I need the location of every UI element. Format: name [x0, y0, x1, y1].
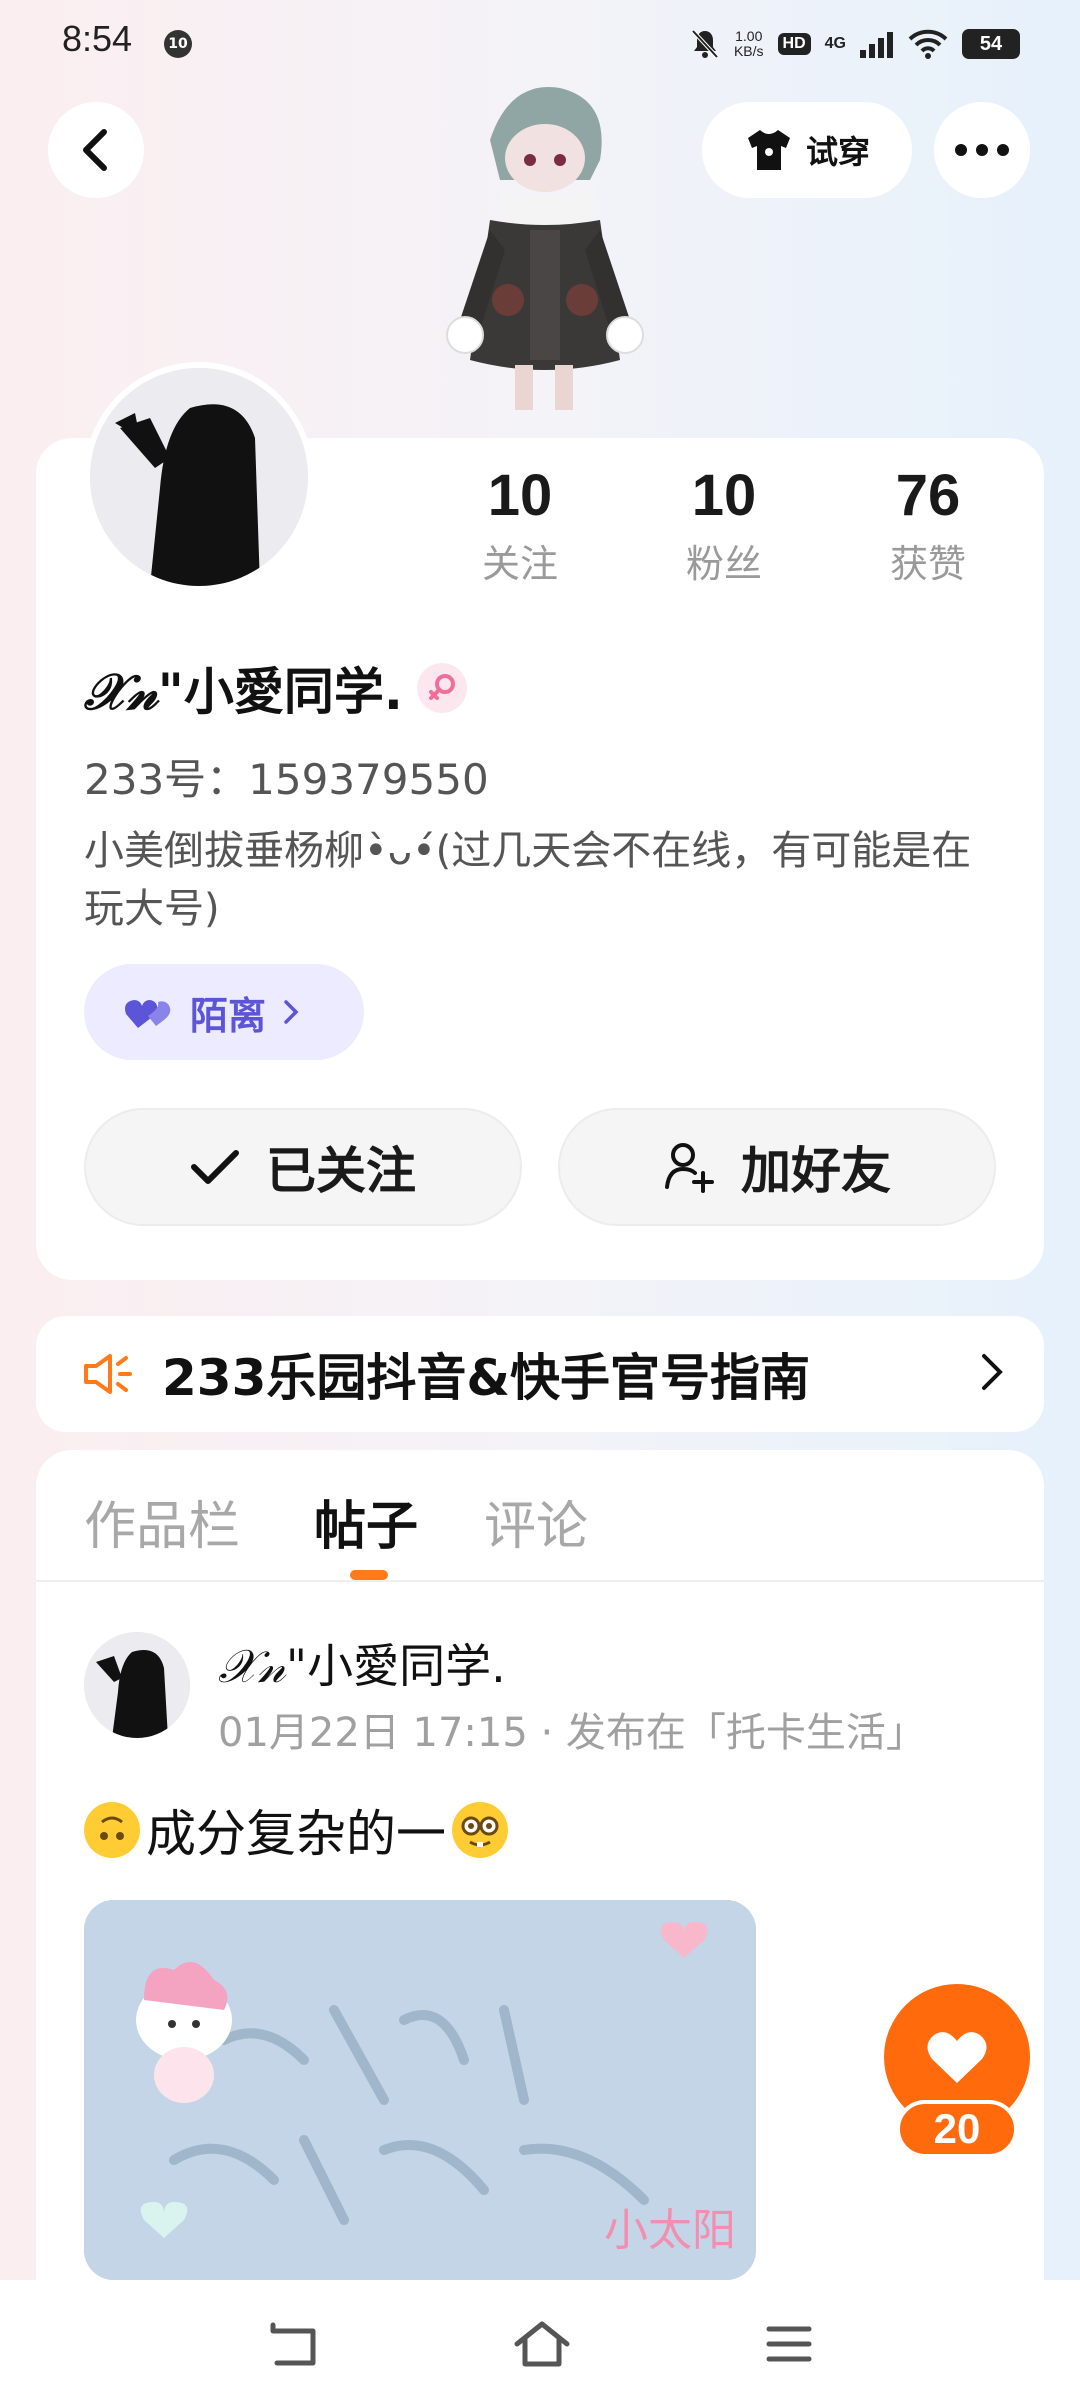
followed-button[interactable]: 已关注 — [84, 1108, 522, 1226]
tab-works[interactable]: 作品栏 — [84, 1484, 240, 1559]
add-user-icon — [665, 1143, 714, 1193]
profile-bio: 小美倒拔垂杨柳•̀ᴗ•́(过几天会不在线，有可能是在玩大号) — [84, 828, 972, 932]
stat-followers-label: 粉丝 — [685, 542, 762, 586]
active-tab-indicator — [350, 1570, 388, 1580]
profile-nickname: 𝒳𝓃"小愛同学. — [84, 652, 467, 724]
battery-indicator: 54 — [962, 29, 1020, 59]
silhouette-image — [90, 368, 308, 586]
companion-tag[interactable]: 陌离 — [84, 964, 364, 1060]
status-time: 8:54 — [62, 18, 133, 59]
net-speed: 1.00 KB/s — [734, 29, 764, 59]
post-author-prefix: 𝒳𝓃" — [218, 1639, 308, 1693]
post-author-name[interactable]: 𝒳𝓃"小愛同学. — [218, 1630, 506, 1696]
heart-icon — [927, 2032, 987, 2083]
back-button[interactable] — [48, 102, 144, 198]
stat-likes[interactable]: 76 获赞 — [848, 462, 1008, 588]
check-icon — [191, 1150, 239, 1184]
silhouette-image — [84, 1632, 190, 1738]
announcement-text: 233乐园抖音&快手官号指南 — [162, 1349, 810, 1407]
post-image[interactable]: 小太阳 — [84, 1900, 756, 2280]
try-on-label: 试穿 — [805, 133, 870, 171]
try-on-button[interactable]: 试穿 — [702, 102, 912, 198]
stat-followers-value: 10 — [691, 463, 757, 528]
add-friend-button-label: 加好友 — [741, 1142, 891, 1200]
nickname-prefix: 𝒳𝓃" — [84, 662, 184, 721]
back-nav-icon[interactable] — [267, 2321, 319, 2367]
more-icon — [955, 144, 1009, 156]
chevron-right-icon — [982, 1354, 1003, 1390]
followed-button-label: 已关注 — [266, 1142, 416, 1200]
double-heart-icon — [125, 1000, 171, 1028]
chevron-left-icon — [83, 129, 107, 171]
wifi-icon — [908, 29, 948, 59]
female-gender-icon — [416, 663, 467, 713]
stat-following-label: 关注 — [481, 542, 558, 586]
system-nav-bar — [0, 2280, 1080, 2408]
notification-badge: 10 — [164, 30, 192, 58]
tab-posts[interactable]: 帖子 — [314, 1484, 418, 1559]
announcement-banner[interactable]: 233乐园抖音&快手官号指南 — [36, 1316, 1044, 1432]
post-author-avatar[interactable] — [84, 1632, 190, 1738]
user-id: 233号：159379550 — [84, 755, 489, 804]
network-type: 4G — [824, 35, 846, 52]
tab-comments[interactable]: 评论 — [484, 1484, 588, 1559]
hd-badge: HD — [777, 33, 811, 55]
profile-avatar[interactable] — [84, 362, 314, 592]
mute-bell-icon — [691, 29, 719, 59]
profile-tabs: 作品栏 帖子 评论 — [36, 1450, 1044, 1582]
add-friend-button[interactable]: 加好友 — [558, 1108, 996, 1226]
megaphone-icon — [84, 1354, 132, 1394]
image-caption-text: 小太阳 — [604, 2205, 736, 2256]
status-icons: 1.00 KB/s HD 4G 54 — [690, 22, 1020, 66]
post-text-content: 成分复杂的一 — [146, 1805, 446, 1863]
net-speed-unit: KB/s — [733, 43, 764, 59]
nerd-face-emoji-icon — [452, 1802, 508, 1858]
net-speed-value: 1.00 — [735, 28, 763, 44]
signal-icon — [860, 32, 893, 58]
post-author-main: 小愛同学. — [307, 1639, 506, 1693]
tshirt-icon — [747, 130, 790, 170]
menu-nav-icon[interactable] — [765, 2323, 813, 2365]
status-bar: 8:54 10 1.00 KB/s HD 4G 54 — [0, 0, 1080, 90]
stat-followers[interactable]: 10 粉丝 — [644, 462, 804, 588]
profile-avatar-image — [90, 368, 308, 586]
stat-likes-value: 76 — [895, 463, 961, 528]
like-count: 20 — [896, 2100, 1018, 2158]
snow-writing-image: 小太阳 — [84, 1900, 756, 2280]
home-nav-icon[interactable] — [513, 2320, 571, 2368]
avatar-character-figure[interactable] — [420, 80, 660, 420]
content-card: 作品栏 帖子 评论 𝒳𝓃"小愛同学. 01月22日 17:15 · 发布在「托卡… — [36, 1450, 1044, 2408]
companion-tag-label: 陌离 — [190, 993, 267, 1038]
upside-down-face-emoji-icon — [84, 1802, 140, 1858]
nickname-main: 小愛同学. — [183, 663, 403, 721]
more-button[interactable] — [934, 102, 1030, 198]
post-meta: 01月22日 17:15 · 发布在「托卡生活」 — [218, 1710, 926, 1756]
chevron-right-icon — [284, 1000, 299, 1024]
post-text[interactable]: 成分复杂的一 — [84, 1794, 508, 1866]
stat-following[interactable]: 10 关注 — [440, 462, 600, 588]
stat-following-value: 10 — [487, 463, 553, 528]
stat-likes-label: 获赞 — [889, 542, 966, 586]
